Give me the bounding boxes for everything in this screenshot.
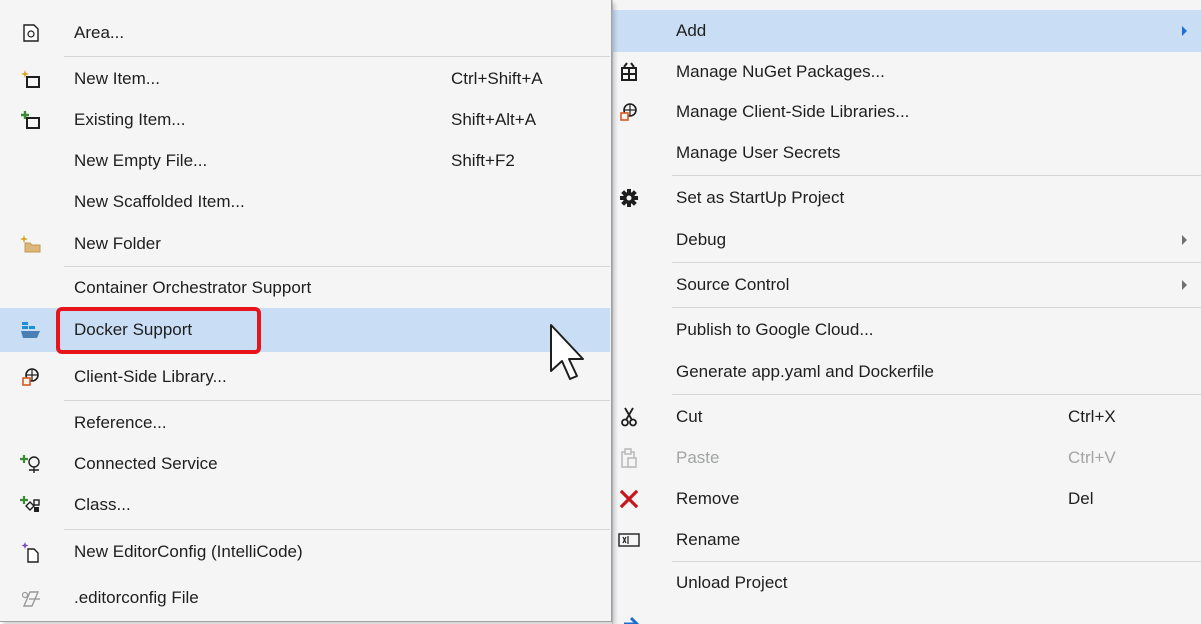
paste-icon (618, 437, 640, 478)
menu-item-shortcut: Ctrl+V (1068, 447, 1116, 467)
menu-item-new-scaffolded-item[interactable]: New Scaffolded Item... (0, 181, 610, 223)
menu-item-label: Cut (676, 406, 703, 426)
menu-item-label: New Scaffolded Item... (74, 192, 245, 211)
menu-item-label: Manage User Secrets (676, 143, 841, 162)
menu-item-label: New Empty File... (74, 150, 208, 170)
menu-item-shortcut: Del (1068, 488, 1094, 508)
menu-item-rename[interactable]: Rename (612, 519, 1201, 560)
menu-separator (64, 529, 610, 530)
menu-item-reference[interactable]: Reference... (0, 402, 610, 443)
menu-item-new-folder[interactable]: New Folder (0, 223, 610, 264)
menu-item-existing-item[interactable]: Existing Item... Shift+Alt+A (0, 99, 610, 140)
menu-item-label: Generate app.yaml and Dockerfile (676, 362, 934, 381)
menu-item-label: Debug (676, 230, 727, 249)
new-item-icon (20, 58, 42, 99)
menu-item-label: .editorconfig File (74, 588, 199, 607)
remove-icon (618, 478, 640, 519)
menu-item-label: Class... (74, 495, 131, 514)
menu-separator (672, 394, 1201, 395)
menu-item-label: Rename (676, 529, 741, 549)
menu-item-label: Container Orchestrator Support (74, 278, 312, 297)
menu-item-new-item[interactable]: New Item... Ctrl+Shift+A (0, 58, 610, 99)
menu-separator (64, 56, 610, 57)
submenu-arrow-icon (1182, 235, 1187, 245)
area-icon (20, 12, 42, 54)
menu-item-shortcut: Shift+Alt+A (451, 109, 537, 129)
menu-item-client-side-library[interactable]: Client-Side Library... (0, 356, 610, 398)
menu-item-label: Source Control (676, 275, 790, 294)
menu-item-shortcut: Ctrl+X (1068, 406, 1116, 426)
editorconfig-file-icon (20, 576, 42, 620)
menu-item-generate-app-yaml[interactable]: Generate app.yaml and Dockerfile (612, 351, 1201, 393)
menu-item-debug[interactable]: Debug (612, 219, 1201, 261)
menu-separator (672, 561, 1201, 562)
menu-separator (672, 175, 1201, 176)
menu-item-area[interactable]: Area... (0, 12, 610, 54)
menu-item-new-empty-file[interactable]: New Empty File... Shift+F2 (0, 140, 610, 181)
menu-item-remove[interactable]: Remove Del (612, 478, 1201, 519)
docker-icon (20, 308, 42, 352)
menu-item-label: Paste (676, 447, 720, 467)
menu-item-shortcut: Ctrl+Shift+A (451, 68, 543, 88)
menu-separator (64, 400, 610, 401)
menu-item-shortcut: Shift+F2 (451, 150, 515, 170)
menu-item-source-control[interactable]: Source Control (612, 264, 1201, 306)
menu-item-label: Client-Side Library... (74, 367, 227, 386)
menu-item-manage-user-secrets[interactable]: Manage User Secrets (612, 132, 1201, 174)
cut-icon (618, 396, 640, 437)
menu-item-manage-client-libraries[interactable]: Manage Client-Side Libraries... (612, 92, 1201, 132)
menu-item-add[interactable]: Add (612, 10, 1201, 52)
menu-separator (64, 266, 610, 267)
menu-separator (672, 262, 1201, 263)
menu-item-label: Remove (676, 488, 740, 508)
menu-item-class[interactable]: Class... (0, 484, 610, 526)
menu-separator (672, 307, 1201, 308)
menu-item-label: New Folder (74, 233, 161, 253)
menu-item-publish-google-cloud[interactable]: Publish to Google Cloud... (612, 309, 1201, 351)
gear-icon (618, 177, 640, 219)
menu-item-label: New Item... (74, 68, 160, 88)
menu-item-label: Manage NuGet Packages... (676, 62, 885, 81)
menu-item-label: New EditorConfig (IntelliCode) (74, 542, 303, 561)
menu-item-label: Connected Service (74, 453, 218, 473)
menu-item-new-editorconfig-intellicode[interactable]: New EditorConfig (IntelliCode) (0, 531, 610, 573)
menu-item-label: Unload Project (676, 573, 788, 592)
menu-item-label: Publish to Google Cloud... (676, 320, 874, 339)
menu-item-set-startup[interactable]: Set as StartUp Project (612, 177, 1201, 219)
submenu-arrow-icon (1182, 26, 1187, 36)
menu-item-label: Reference... (74, 412, 167, 432)
menu-item-connected-service[interactable]: Connected Service (0, 443, 610, 484)
rename-icon (618, 519, 640, 560)
nuget-icon (618, 52, 640, 92)
menu-item-label: Existing Item... (74, 109, 186, 129)
menu-item-label: Manage Client-Side Libraries... (676, 102, 910, 121)
menu-item-editorconfig-file[interactable]: .editorconfig File (0, 576, 610, 620)
new-folder-icon (20, 223, 42, 264)
submenu-arrow-icon (1182, 280, 1187, 290)
client-library-icon (618, 92, 640, 132)
menu-item-partially-visible (612, 605, 1201, 624)
class-icon (20, 484, 42, 526)
existing-item-icon (20, 99, 42, 140)
menu-item-cut[interactable]: Cut Ctrl+X (612, 396, 1201, 437)
client-library-icon (20, 356, 42, 398)
editorconfig-intellicode-icon (20, 531, 42, 573)
mouse-cursor-icon (548, 323, 584, 383)
connected-service-icon (20, 443, 42, 484)
menu-item-unload-project[interactable]: Unload Project (612, 563, 1201, 603)
menu-item-paste: Paste Ctrl+V (612, 437, 1201, 478)
menu-item-label: Add (676, 21, 707, 40)
menu-item-container-orchestrator[interactable]: Container Orchestrator Support (0, 268, 610, 308)
docker-support-callout (56, 307, 261, 354)
arrow-icon (622, 614, 642, 624)
menu-item-label: Set as StartUp Project (676, 188, 845, 207)
menu-item-manage-nuget[interactable]: Manage NuGet Packages... (612, 52, 1201, 92)
menu-item-label: Area... (74, 23, 125, 42)
